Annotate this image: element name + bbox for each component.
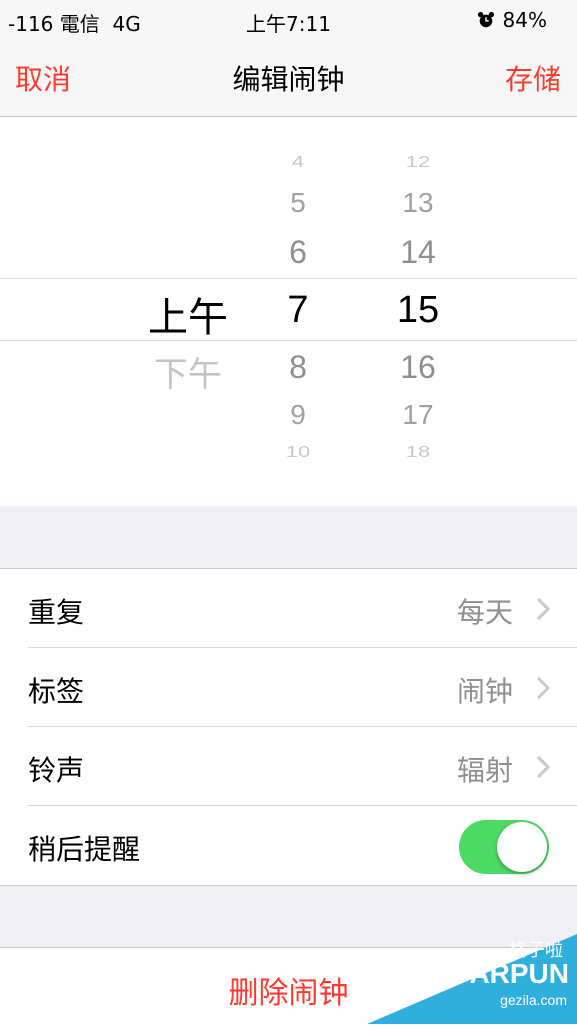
minute-item: 14 (400, 234, 436, 270)
nav-bar: 取消 编辑闹钟 存储 (0, 40, 577, 117)
ampm-option: 下午 (154, 355, 222, 395)
label-value: 闹钟 (456, 675, 513, 708)
alarm-clock-icon (477, 11, 494, 28)
repeat-value: 每天 (456, 596, 513, 629)
minute-item: 16 (400, 349, 436, 385)
chevron-right-icon (536, 755, 551, 779)
page-title: 编辑闹钟 (232, 63, 345, 96)
repeat-row[interactable]: 重复 每天 (0, 569, 577, 648)
hour-item: 6 (289, 234, 307, 270)
hour-item: 5 (290, 187, 306, 218)
snooze-label: 稍后提醒 (28, 833, 141, 866)
status-bar: -116 電信 4G 上午7:11 84% (0, 0, 577, 40)
minute-selected: 15 (396, 289, 440, 331)
toggle-knob (497, 822, 547, 872)
snooze-row: 稍后提醒 (0, 806, 577, 885)
ampm-wheel[interactable]: 上午 下午 (128, 117, 248, 506)
chevron-right-icon (536, 597, 551, 621)
minute-item: 18 (405, 442, 431, 461)
hour-wheel[interactable]: 4 5 6 7 8 9 10 (248, 117, 348, 506)
delete-alarm-label: 删除闹钟 (228, 976, 349, 1011)
minute-item: 12 (405, 152, 431, 171)
alarm-settings-list: 重复 每天 标签 闹钟 铃声 辐射 稍后提醒 (0, 568, 577, 886)
minute-item: 17 (402, 399, 434, 430)
sound-row[interactable]: 铃声 辐射 (0, 727, 577, 806)
time-picker[interactable]: 上午 下午 4 5 6 7 8 9 10 12 13 14 15 16 17 1… (0, 117, 577, 506)
hour-item: 10 (285, 442, 311, 461)
battery-percent: 84% (502, 8, 547, 32)
hour-item: 8 (289, 349, 307, 385)
save-button[interactable]: 存储 (505, 58, 561, 98)
repeat-label: 重复 (28, 596, 85, 629)
status-right: 84% (477, 8, 547, 32)
chevron-right-icon (536, 676, 551, 700)
watermark-logo: 格子啦 ARPUN gezila.com (367, 934, 577, 1024)
hour-item: 9 (290, 399, 306, 430)
watermark-brand: ARPUN (469, 958, 569, 989)
minute-wheel[interactable]: 12 13 14 15 16 17 18 (368, 117, 468, 506)
hour-selected: 7 (287, 289, 309, 331)
hour-item: 4 (291, 152, 305, 171)
minute-item: 13 (402, 187, 434, 218)
sound-value: 辐射 (456, 754, 513, 787)
watermark-site: gezila.com (500, 992, 567, 1008)
snooze-toggle[interactable] (459, 820, 549, 874)
sound-label: 铃声 (28, 754, 85, 787)
ampm-selected: 上午 (148, 295, 228, 341)
label-label: 标签 (28, 675, 85, 708)
label-row[interactable]: 标签 闹钟 (0, 648, 577, 727)
